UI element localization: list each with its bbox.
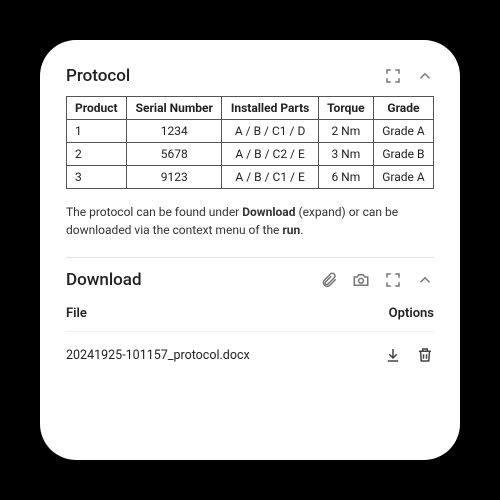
file-actions xyxy=(384,346,434,364)
table-header-row: Product Serial Number Installed Parts To… xyxy=(67,97,434,120)
col-parts: Installed Parts xyxy=(222,97,318,120)
camera-icon[interactable] xyxy=(352,271,370,289)
cell-grade: Grade B xyxy=(373,143,433,166)
attachment-icon[interactable] xyxy=(320,271,338,289)
download-title: Download xyxy=(66,270,142,290)
cell-product: 2 xyxy=(67,143,127,166)
chevron-up-icon[interactable] xyxy=(416,67,434,85)
table-row: 3 9123 A / B / C1 / E 6 Nm Grade A xyxy=(67,166,434,189)
download-header: Download xyxy=(66,270,434,290)
section-divider xyxy=(66,257,434,258)
cell-product: 3 xyxy=(67,166,127,189)
fullscreen-icon[interactable] xyxy=(384,271,402,289)
cell-serial: 5678 xyxy=(127,143,222,166)
protocol-table: Product Serial Number Installed Parts To… xyxy=(66,96,434,189)
col-serial: Serial Number xyxy=(127,97,222,120)
cell-parts: A / B / C1 / D xyxy=(222,120,318,143)
download-columns: File Options xyxy=(66,300,434,332)
chevron-up-icon[interactable] xyxy=(416,271,434,289)
cell-grade: Grade A xyxy=(373,166,433,189)
cell-torque: 3 Nm xyxy=(318,143,373,166)
cell-parts: A / B / C1 / E xyxy=(222,166,318,189)
cell-serial: 1234 xyxy=(127,120,222,143)
note-bold: run xyxy=(282,223,300,237)
col-file: File xyxy=(66,306,87,321)
cell-torque: 2 Nm xyxy=(318,120,373,143)
cell-serial: 9123 xyxy=(127,166,222,189)
trash-icon[interactable] xyxy=(416,346,434,364)
protocol-header: Protocol xyxy=(66,66,434,86)
col-product: Product xyxy=(67,97,127,120)
protocol-header-icons xyxy=(384,67,434,85)
cell-parts: A / B / C2 / E xyxy=(222,143,318,166)
file-row: 20241925-101157_protocol.docx xyxy=(66,332,434,378)
table-row: 1 1234 A / B / C1 / D 2 Nm Grade A xyxy=(67,120,434,143)
download-icon[interactable] xyxy=(384,346,402,364)
col-grade: Grade xyxy=(373,97,433,120)
fullscreen-icon[interactable] xyxy=(384,67,402,85)
cell-product: 1 xyxy=(67,120,127,143)
cell-torque: 6 Nm xyxy=(318,166,373,189)
download-header-icons xyxy=(320,271,434,289)
note-text: The protocol can be found under xyxy=(66,205,242,219)
note-bold: Download xyxy=(242,205,295,219)
card: Protocol Product Serial Number Installed… xyxy=(40,40,460,460)
cell-grade: Grade A xyxy=(373,120,433,143)
col-options: Options xyxy=(389,306,434,321)
protocol-title: Protocol xyxy=(66,66,130,86)
note-text: . xyxy=(300,223,303,237)
protocol-note: The protocol can be found under Download… xyxy=(66,203,434,239)
col-torque: Torque xyxy=(318,97,373,120)
table-row: 2 5678 A / B / C2 / E 3 Nm Grade B xyxy=(67,143,434,166)
file-name: 20241925-101157_protocol.docx xyxy=(66,348,250,363)
